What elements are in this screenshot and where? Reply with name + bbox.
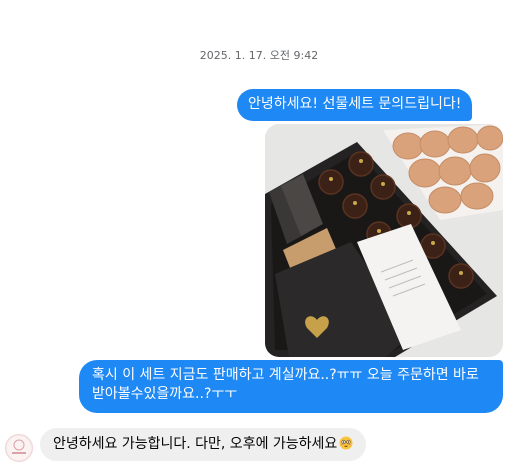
outgoing-message-bubble[interactable]: 혹시 이 세트 지금도 판매하고 계실까요..?ㅠㅠ 오늘 주문하면 바로 받아… [79, 360, 503, 413]
message-text: 안녕하세요! 선물세트 문의드립니다! [248, 96, 462, 112]
avatar[interactable] [5, 434, 33, 462]
gift-set-photo [265, 124, 503, 357]
photo-attachment[interactable] [265, 124, 503, 357]
shop-logo-icon [7, 436, 31, 460]
outgoing-message-bubble[interactable]: 안녕하세요! 선물세트 문의드립니다! [237, 89, 473, 121]
flushed-face-icon [339, 436, 353, 450]
message-text: 혹시 이 세트 지금도 판매하고 계실까요..?ㅠㅠ 오늘 주문하면 바로 받아… [92, 367, 479, 402]
incoming-message-bubble[interactable]: 안녕하세요 가능합니다. 다만, 오후에 가능하세요 [40, 428, 367, 461]
message-text: 안녕하세요 가능합니다. 다만, 오후에 가능하세요 [53, 436, 338, 452]
message-timestamp: 2025. 1. 17. 오전 9:42 [199, 49, 319, 62]
